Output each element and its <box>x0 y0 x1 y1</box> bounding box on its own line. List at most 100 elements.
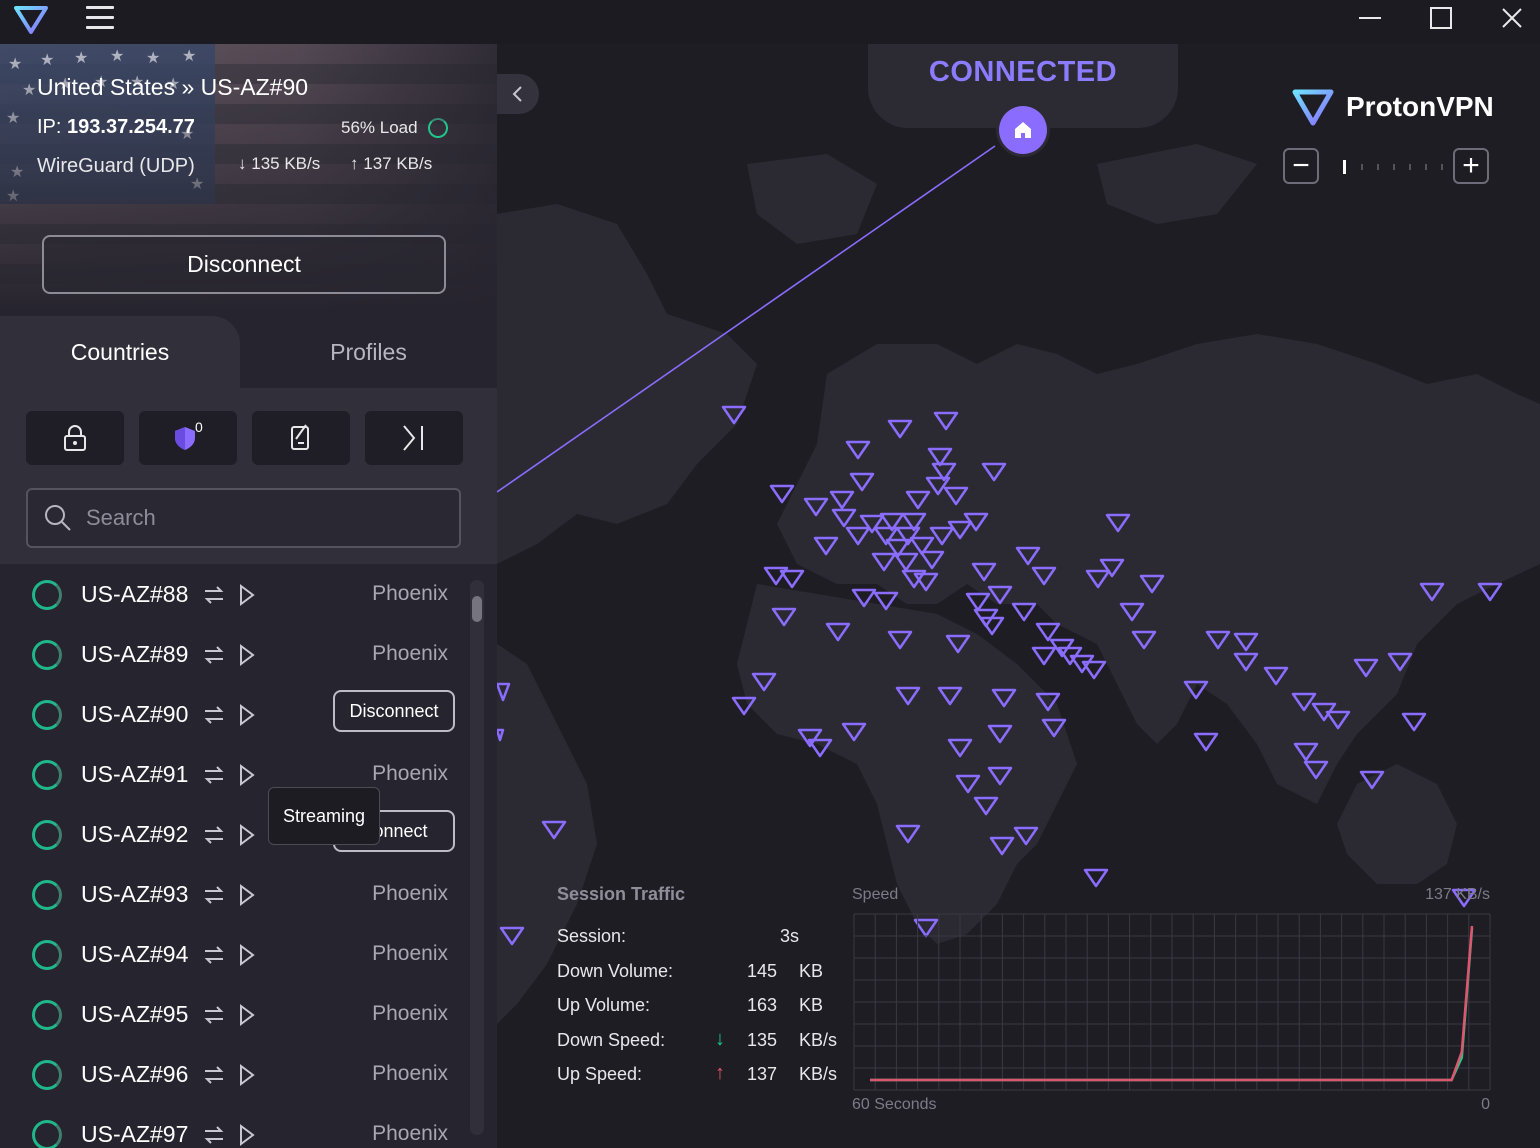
load-ring-icon <box>32 640 62 670</box>
server-name: US-AZ#89 <box>81 641 189 667</box>
server-city: Phoenix <box>372 642 448 665</box>
ip-address: IP: 193.37.254.77 <box>37 116 195 138</box>
list-item[interactable]: US-AZ#90 Disconnect <box>0 686 470 746</box>
search-input[interactable] <box>86 505 416 531</box>
server-name: US-AZ#92 <box>81 821 189 847</box>
stat-row-down-speed: Down Speed: ↓ 135 KB/s <box>557 1028 838 1050</box>
load-ring-icon <box>32 1000 62 1030</box>
server-list-scrollbar[interactable] <box>470 580 484 1135</box>
load-ring-icon <box>32 760 62 790</box>
streaming-icon[interactable] <box>238 1123 256 1147</box>
server-city: Phoenix <box>372 1062 448 1085</box>
list-item[interactable]: US-AZ#91 Phoenix <box>0 746 470 806</box>
stat-row-up-speed: Up Speed: ↑ 137 KB/s <box>557 1062 838 1084</box>
list-item[interactable]: US-AZ#88 Phoenix <box>0 566 470 626</box>
chart-grid <box>853 913 1491 1091</box>
chart-label-speed: Speed <box>852 886 899 903</box>
streaming-icon[interactable] <box>238 643 256 667</box>
stat-row-down-volume: Down Volume: 145 KB <box>557 961 824 981</box>
list-item[interactable]: US-AZ#92 Connect <box>0 806 470 866</box>
p2p-icon <box>204 646 224 664</box>
menu-icon[interactable] <box>86 6 114 30</box>
load-ring-icon <box>32 820 62 850</box>
lock-icon <box>64 425 86 451</box>
home-icon <box>1015 122 1031 138</box>
download-speed: ↓ 135 KB/s <box>238 154 321 173</box>
connection-title: United States » US-AZ#90 <box>37 74 309 100</box>
list-item[interactable]: US-AZ#96 Phoenix <box>0 1046 470 1106</box>
stat-row-up-volume: Up Volume: 163 KB <box>557 995 824 1015</box>
session-traffic: Session Traffic Session: 3s Down Volume:… <box>557 884 857 1104</box>
speed-chart-plot <box>853 913 1491 1091</box>
chevron-left-icon <box>512 86 522 102</box>
tab-profiles[interactable]: Profiles <box>240 316 497 388</box>
split-tunnel-icon <box>403 425 423 451</box>
streaming-icon[interactable] <box>238 823 256 847</box>
server-disconnect-button[interactable]: Disconnect <box>333 690 455 732</box>
arrow-down-icon: ↓ <box>715 1028 725 1050</box>
server-name: US-AZ#97 <box>81 1121 189 1147</box>
streaming-icon[interactable] <box>238 583 256 607</box>
server-list: US-AZ#88 Phoenix US-AZ#89 Phoenix US-AZ#… <box>0 564 497 1148</box>
zoom-in-button[interactable]: + <box>1453 148 1489 184</box>
zoom-out-button[interactable]: − <box>1283 148 1319 184</box>
search-icon <box>45 505 71 531</box>
server-name: US-AZ#96 <box>81 1061 189 1087</box>
close-button[interactable] <box>1482 0 1540 36</box>
streaming-icon[interactable] <box>238 1063 256 1087</box>
protonvpn-logo-icon <box>14 4 48 34</box>
stat-row-session: Session: 3s <box>557 926 799 946</box>
list-item[interactable]: US-AZ#94 Phoenix <box>0 926 470 986</box>
p2p-icon <box>204 766 224 784</box>
tab-countries[interactable]: Countries <box>0 316 240 388</box>
kill-switch-icon <box>291 424 309 450</box>
load-ring-icon <box>32 940 62 970</box>
secure-core-button[interactable] <box>26 411 124 465</box>
protonvpn-logo-icon <box>1292 89 1334 126</box>
server-city: Phoenix <box>372 1002 448 1025</box>
collapse-sidebar-button[interactable] <box>497 74 539 114</box>
chart-label-max: 137 KB/s <box>1425 886 1490 903</box>
streaming-icon[interactable] <box>238 1003 256 1027</box>
server-city: Phoenix <box>372 762 448 785</box>
zoom-slider[interactable] <box>1339 160 1451 174</box>
connection-status: CONNECTED <box>928 56 1118 88</box>
list-item[interactable]: US-AZ#97 Phoenix <box>0 1106 470 1148</box>
disconnect-button[interactable]: Disconnect <box>42 235 446 294</box>
load-ring-icon <box>32 880 62 910</box>
zoom-control: − + <box>1283 148 1489 186</box>
p2p-icon <box>204 946 224 964</box>
p2p-icon <box>204 1126 224 1144</box>
p2p-icon <box>204 706 224 724</box>
minimize-button[interactable] <box>1340 0 1400 36</box>
load-ring-icon <box>32 1120 62 1148</box>
list-item[interactable]: US-AZ#95 Phoenix <box>0 986 470 1046</box>
streaming-tooltip: Streaming <box>268 787 380 845</box>
p2p-icon <box>204 886 224 904</box>
server-city: Phoenix <box>372 1122 448 1145</box>
sidebar-tabs: Countries Profiles <box>0 316 497 388</box>
home-location-button[interactable] <box>999 106 1047 154</box>
load-ring-icon <box>32 700 62 730</box>
streaming-icon[interactable] <box>238 943 256 967</box>
chart-label-60-seconds: 60 Seconds <box>852 1096 937 1113</box>
scroll-thumb[interactable] <box>472 596 482 622</box>
maximize-button[interactable] <box>1411 0 1471 36</box>
list-item[interactable]: US-AZ#93 Phoenix <box>0 866 470 926</box>
session-traffic-header: Session Traffic <box>557 884 686 904</box>
brand: ProtonVPN <box>1292 88 1494 126</box>
search-field[interactable] <box>26 488 461 548</box>
kill-switch-button[interactable] <box>252 411 350 465</box>
server-name: US-AZ#95 <box>81 1001 189 1027</box>
split-tunnel-button[interactable] <box>365 411 463 465</box>
server-city: Phoenix <box>372 882 448 905</box>
streaming-icon[interactable] <box>238 883 256 907</box>
streaming-icon[interactable] <box>238 703 256 727</box>
list-item[interactable]: US-AZ#89 Phoenix <box>0 626 470 686</box>
streaming-icon[interactable] <box>238 763 256 787</box>
chart-label-zero: 0 <box>1481 1096 1490 1113</box>
netshield-button[interactable]: 0 <box>139 411 237 465</box>
server-name: US-AZ#94 <box>81 941 189 967</box>
protocol-label: WireGuard (UDP) <box>37 155 195 177</box>
brand-name: ProtonVPN <box>1346 91 1494 122</box>
